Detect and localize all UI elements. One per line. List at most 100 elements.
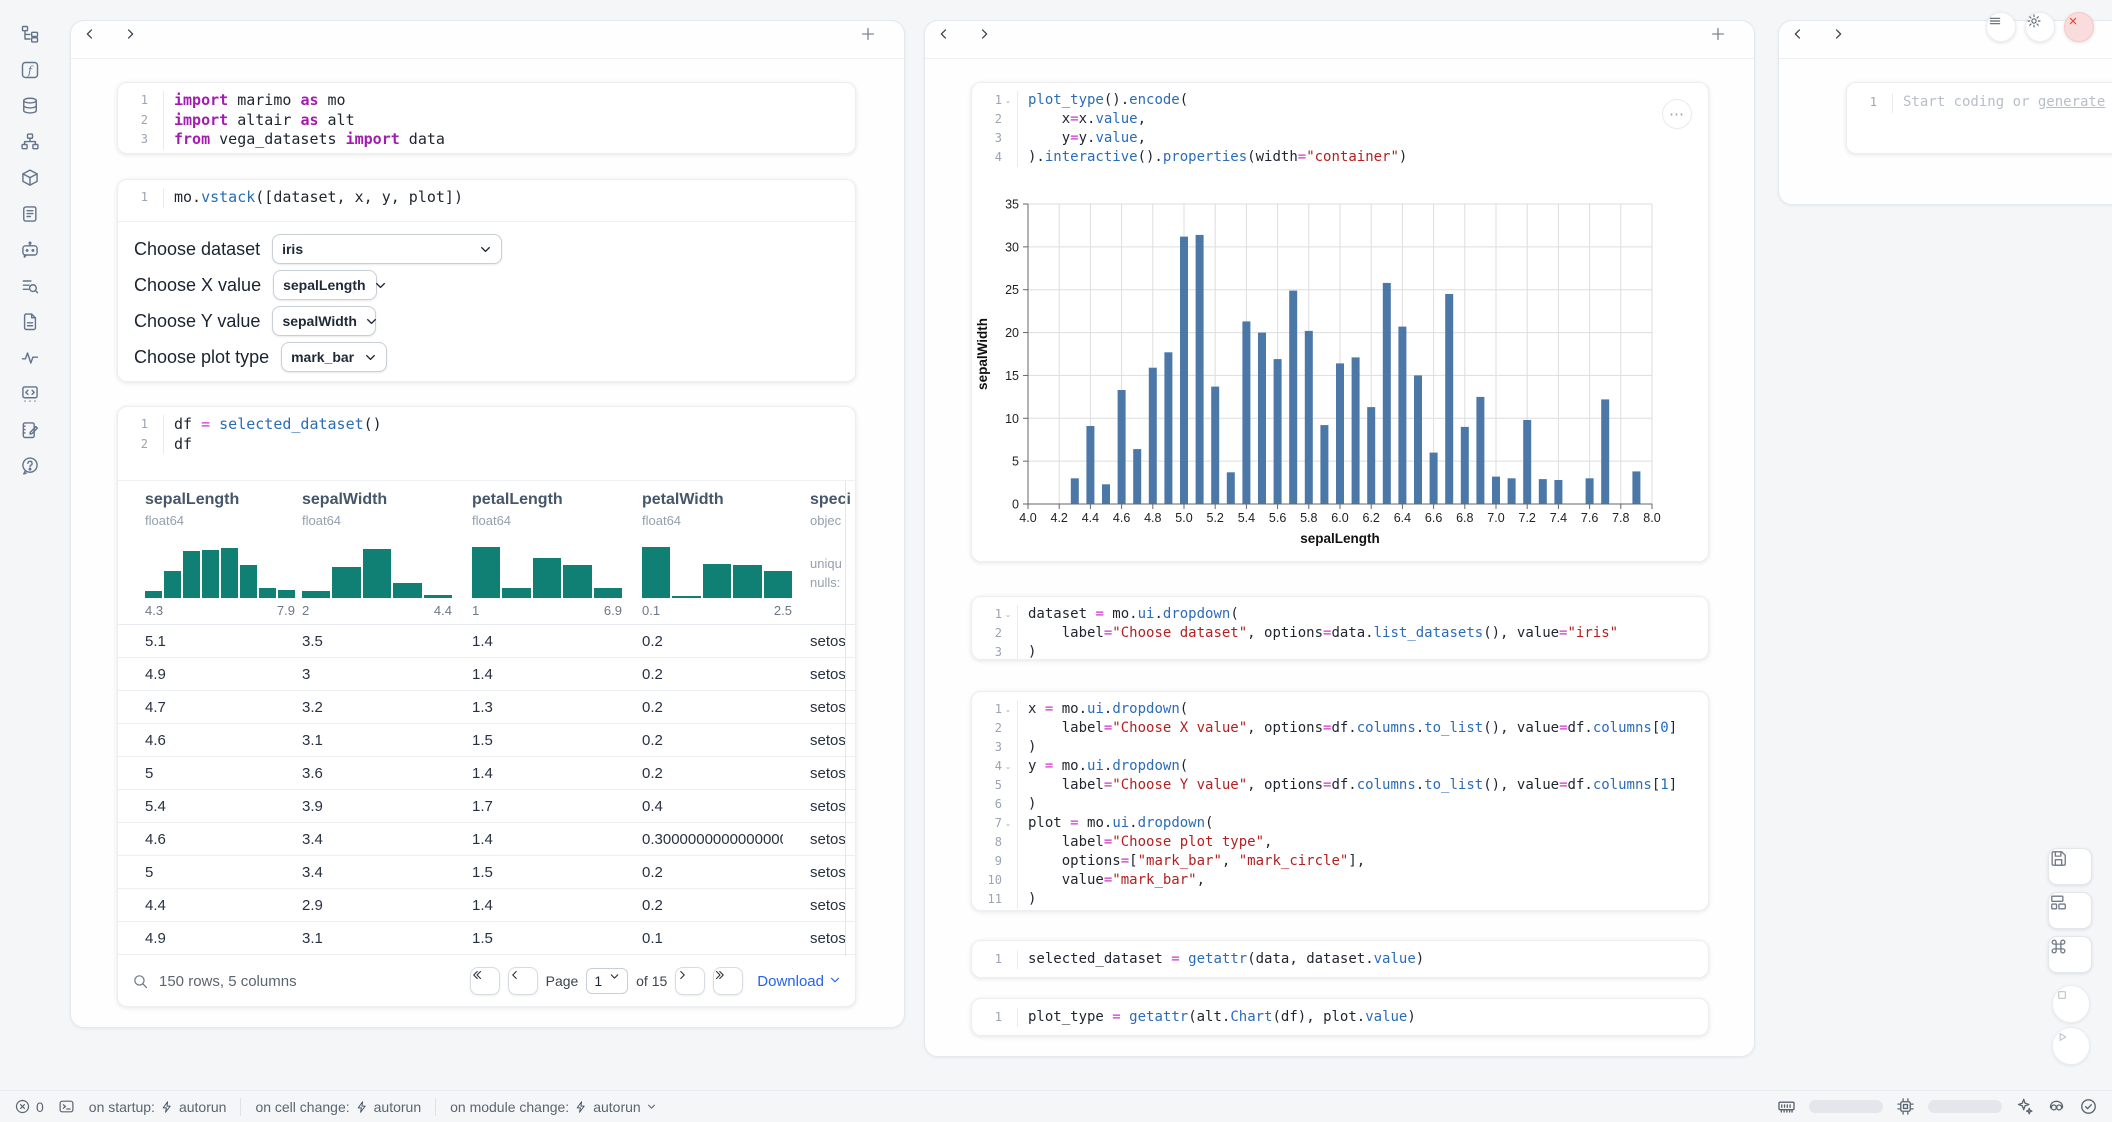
connection-status-icon[interactable] [2079, 1097, 2098, 1116]
column-name: speci [810, 491, 856, 509]
svg-text:6.8: 6.8 [1456, 511, 1473, 525]
generate-link[interactable]: generate [2038, 94, 2105, 110]
run-button[interactable] [2052, 1027, 2090, 1065]
table-row[interactable]: 5.13.51.40.2setos [118, 625, 855, 658]
ai-chat-icon[interactable] [20, 240, 40, 260]
column-dtype: float64 [302, 513, 441, 528]
error-count-badge[interactable]: 0 [14, 1098, 44, 1115]
packages-icon[interactable] [20, 168, 40, 188]
scratchpad-icon[interactable] [20, 420, 40, 440]
column-next-button[interactable] [123, 27, 149, 53]
menu-button[interactable] [1986, 12, 2016, 42]
dropdown[interactable]: sepalWidth [272, 306, 376, 336]
autorun-label: on module change: [450, 1099, 569, 1115]
code-line: 2 x=x.value, [972, 110, 1708, 129]
add-cell-button[interactable] [860, 26, 888, 54]
table-row[interactable]: 53.41.50.2setos [118, 856, 855, 889]
database-icon[interactable] [20, 96, 40, 116]
page-select[interactable]: 1 [586, 968, 628, 994]
dropdown[interactable]: mark_bar [281, 342, 387, 372]
help-icon[interactable] [20, 456, 40, 476]
column-prev-button[interactable] [1791, 27, 1817, 53]
column-prev-button[interactable] [937, 27, 963, 53]
table-row[interactable]: 4.931.40.2setos [118, 658, 855, 691]
code-line: 1⌄plot_type().encode( [972, 91, 1708, 110]
cell-empty-editor[interactable]: 1 Start coding or generate with [1846, 82, 2112, 154]
table-cell: 1.5 [445, 930, 615, 947]
dependency-graph-icon[interactable] [20, 132, 40, 152]
table-row[interactable]: 4.42.91.40.2setos [118, 889, 855, 922]
table-column-header[interactable]: petalWidthfloat640.12.5 [615, 481, 783, 624]
dropdown-row: Choose plot typemark_bar [134, 342, 839, 372]
next-page-button[interactable] [675, 967, 705, 995]
status-bar: 0 on startup:autorun on cell change:autor… [0, 1090, 2112, 1122]
dropdown[interactable]: sepalLength [273, 270, 377, 300]
autorun-setting[interactable]: on module change:autorun [450, 1099, 657, 1115]
fold-marker[interactable]: ⌄ [1002, 605, 1014, 624]
tracing-icon[interactable] [20, 348, 40, 368]
table-column-header[interactable]: sepalLengthfloat644.37.9 [118, 481, 275, 624]
cell-chart[interactable]: 1⌄plot_type().encode(2 x=x.value,3 y=y.v… [971, 82, 1709, 562]
cell-dataframe[interactable]: 1df = selected_dataset()2df sepalLengthf… [117, 406, 856, 1007]
layout-button[interactable] [2048, 892, 2092, 929]
functions-icon[interactable]: f [20, 60, 40, 80]
stop-icon [2053, 986, 2089, 1022]
table-row[interactable]: 4.73.21.30.2setos [118, 691, 855, 724]
stop-button[interactable] [2052, 985, 2090, 1023]
autorun-setting[interactable]: on cell change:autorun [255, 1099, 421, 1115]
file-tree-icon[interactable] [20, 24, 40, 44]
cell-xy-plot-dropdowns[interactable]: 1⌄x = mo.ui.dropdown(2 label="Choose X v… [971, 691, 1709, 911]
table-column-header[interactable]: sepalWidthfloat6424.4 [275, 481, 445, 624]
column-prev-button[interactable] [83, 27, 109, 53]
fold-marker[interactable]: ⌄ [1002, 91, 1014, 110]
snippets-icon[interactable] [20, 384, 40, 404]
copilot-icon[interactable] [2047, 1097, 2066, 1116]
table-row[interactable]: 4.63.41.40.30000000000000004setos [118, 823, 855, 856]
table-row[interactable]: 4.63.11.50.2setos [118, 724, 855, 757]
cell-plot-type[interactable]: 1plot_type = getattr(alt.Chart(df), plot… [971, 998, 1709, 1036]
chart-actions-button[interactable]: ⋯ [1662, 99, 1692, 129]
table-cell: 3.9 [275, 798, 445, 815]
close-button[interactable] [2064, 12, 2094, 42]
editor-placeholder[interactable]: Start coding or generate with [1893, 93, 2112, 113]
save-button[interactable] [2048, 848, 2092, 885]
outline-icon[interactable] [20, 276, 40, 296]
altair-bar-chart[interactable]: 4.04.24.44.64.85.05.25.45.65.86.06.26.46… [972, 178, 1709, 562]
autorun-setting[interactable]: on startup:autorun [89, 1099, 227, 1115]
column-stats: uniqunulls: [810, 554, 856, 592]
table-cell: 0.2 [615, 666, 783, 683]
last-page-button[interactable] [713, 967, 743, 995]
table-row[interactable]: 5.43.91.70.4setos [118, 790, 855, 823]
search-icon[interactable] [132, 973, 149, 990]
cell-vstack[interactable]: 1mo.vstack([dataset, x, y, plot]) Choose… [117, 179, 856, 382]
fold-marker[interactable]: ⌄ [1002, 757, 1014, 776]
dropdown-controls-output: Choose datasetirisChoose X valuesepalLen… [118, 221, 855, 381]
cell-selected-dataset[interactable]: 1selected_dataset = getattr(data, datase… [971, 940, 1709, 978]
column-dtype: float64 [145, 513, 271, 528]
column-next-button[interactable] [977, 27, 1003, 53]
cell-imports[interactable]: 1import marimo as mo2import altair as al… [117, 82, 856, 154]
table-row[interactable]: 53.61.40.2setos [118, 757, 855, 790]
add-cell-button[interactable] [1710, 26, 1738, 54]
shortcuts-button[interactable] [2048, 936, 2092, 973]
fold-marker[interactable]: ⌄ [1002, 814, 1014, 833]
download-button[interactable]: Download [757, 973, 841, 990]
terminal-button[interactable] [58, 1098, 75, 1115]
cell-dataset-dropdown[interactable]: 1⌄dataset = mo.ui.dropdown(2 label="Choo… [971, 596, 1709, 660]
table-row[interactable]: 4.93.11.50.1setos [118, 922, 855, 955]
ai-sparkles-icon[interactable] [2015, 1097, 2034, 1116]
svg-text:sepalWidth: sepalWidth [975, 318, 990, 390]
chevron-down-icon [609, 969, 620, 993]
fold-marker[interactable]: ⌄ [1002, 700, 1014, 719]
column-next-button[interactable] [1831, 27, 1857, 53]
svg-text:0: 0 [1012, 498, 1019, 512]
table-column-header[interactable]: petalLengthfloat6416.9 [445, 481, 615, 624]
documentation-icon[interactable] [20, 312, 40, 332]
dropdown[interactable]: iris [272, 234, 502, 264]
code-line: 2df [118, 435, 855, 455]
prev-page-button[interactable] [508, 967, 538, 995]
first-page-button[interactable] [470, 967, 500, 995]
settings-button[interactable] [2025, 12, 2055, 42]
logs-icon[interactable] [20, 204, 40, 224]
table-cell: 1.7 [445, 798, 615, 815]
